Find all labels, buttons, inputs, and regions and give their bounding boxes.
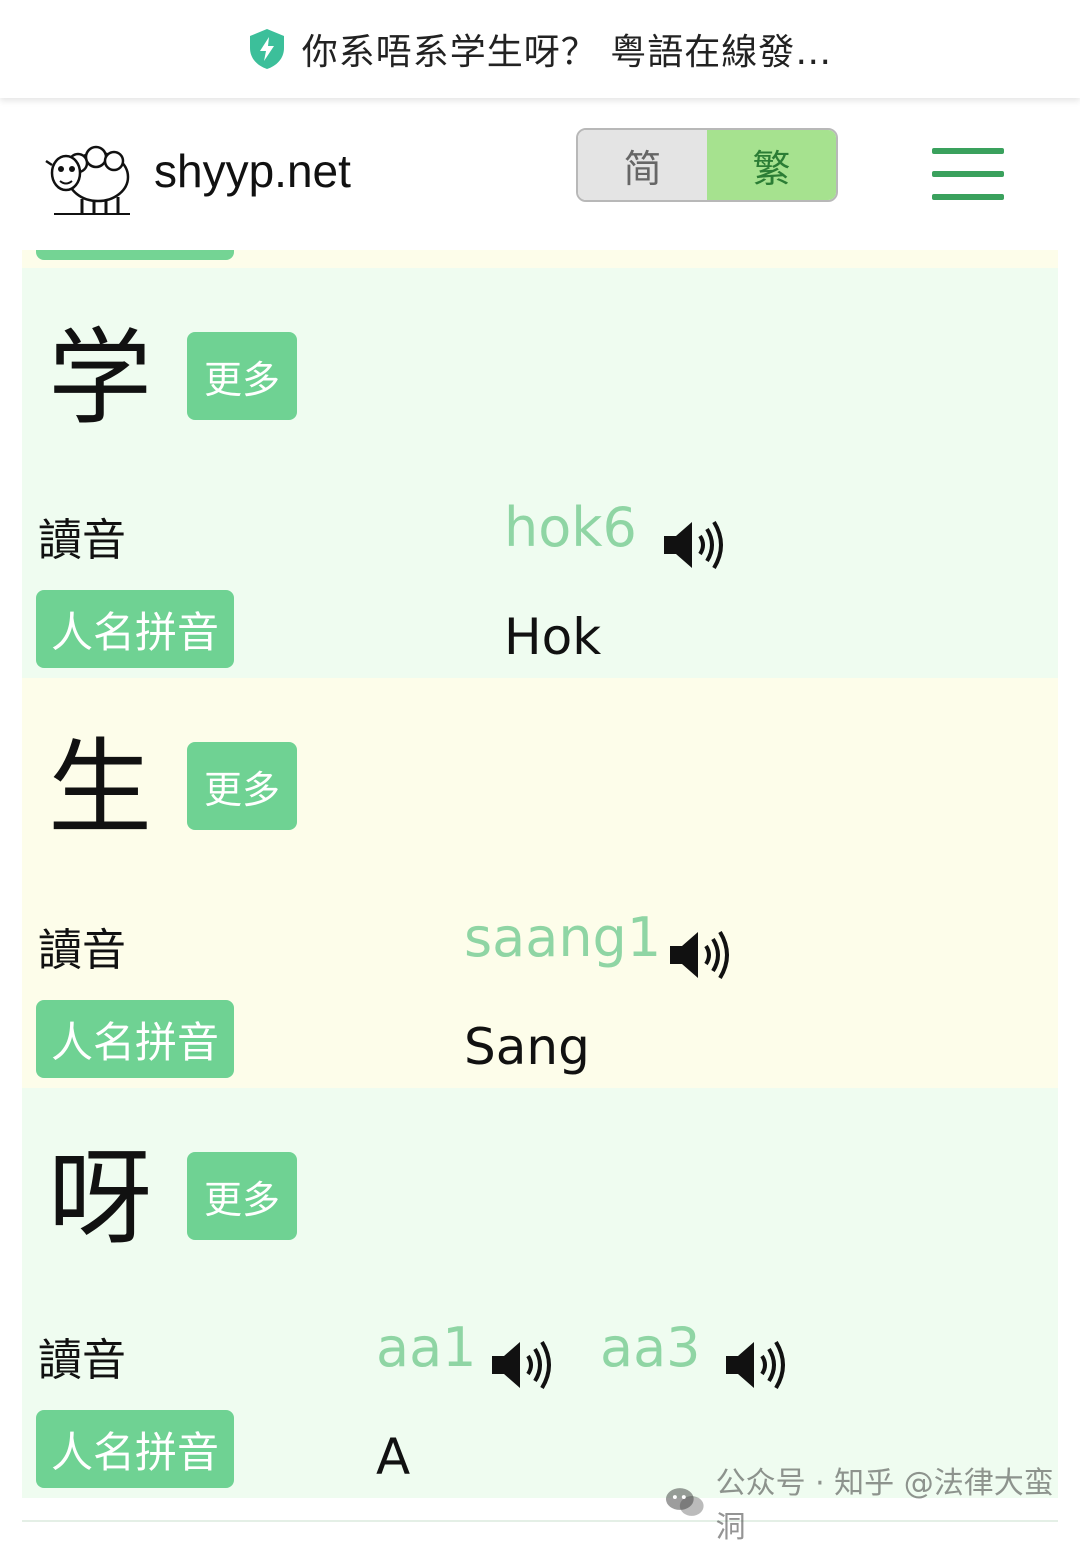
entry-character: 生: [48, 727, 153, 849]
name-romanization: Hok: [504, 608, 602, 666]
site-header: shyyp.net 简 繁: [0, 100, 1080, 250]
char-entry: 呀 更多 讀音 aa1 aa3 人名拼音 A: [22, 1088, 1058, 1498]
reading-label: 讀音: [38, 1335, 126, 1386]
shield-icon: [249, 29, 284, 69]
name-romanization: Sang: [464, 1018, 590, 1076]
char-entry: 学 更多 讀音 hok6 人名拼音 Hok: [22, 268, 1058, 678]
more-button[interactable]: 更多: [187, 1152, 297, 1240]
name-romanization-badge[interactable]: 人名拼音: [36, 1000, 234, 1078]
entry-character: 呀: [48, 1137, 153, 1259]
traditional-button[interactable]: 繁: [707, 130, 836, 200]
more-button[interactable]: 更多: [187, 742, 297, 830]
speaker-icon[interactable]: [490, 1336, 556, 1394]
hamburger-menu-icon[interactable]: [932, 148, 1004, 202]
name-romanization-badge[interactable]: 人名拼音: [36, 1410, 234, 1488]
more-button[interactable]: 更多: [187, 332, 297, 420]
jyutping-reading: aa1: [376, 1316, 477, 1379]
speaker-icon[interactable]: [724, 1336, 790, 1394]
watermark: 公众号 · 知乎 @法律大蛮洞: [664, 1466, 1080, 1545]
entry-character: 学: [48, 317, 153, 439]
reading-label: 讀音: [38, 925, 126, 976]
jyutping-reading: aa3: [600, 1316, 701, 1379]
watermark-text: 公众号 · 知乎 @法律大蛮洞: [715, 1466, 1054, 1545]
entry-list: 学 更多 讀音 hok6 人名拼音 Hok 生 更多 讀音 saang1 人名拼…: [22, 250, 1058, 1498]
speaker-icon[interactable]: [668, 926, 734, 984]
jyutping-reading: saang1: [464, 906, 662, 969]
simplified-button[interactable]: 简: [578, 130, 707, 200]
site-name[interactable]: shyyp.net: [154, 144, 351, 198]
script-toggle: 简 繁: [576, 128, 838, 202]
jyutping-reading: hok6: [504, 496, 637, 559]
page-title-bar: 你系唔系学生呀？ 粤語在線發…: [0, 0, 1080, 98]
previous-entry-remnant: [22, 250, 1058, 268]
speaker-icon[interactable]: [662, 516, 728, 574]
name-romanization-badge[interactable]: 人名拼音: [36, 590, 234, 668]
char-entry: 生 更多 讀音 saang1 人名拼音 Sang: [22, 678, 1058, 1088]
reading-label: 讀音: [38, 515, 126, 566]
wechat-icon: [665, 1488, 704, 1516]
name-romanization: A: [376, 1428, 411, 1486]
page-title: 你系唔系学生呀？ 粤語在線發…: [301, 32, 833, 73]
previous-name-badge: [36, 250, 234, 260]
sheep-logo-icon[interactable]: [44, 135, 134, 217]
